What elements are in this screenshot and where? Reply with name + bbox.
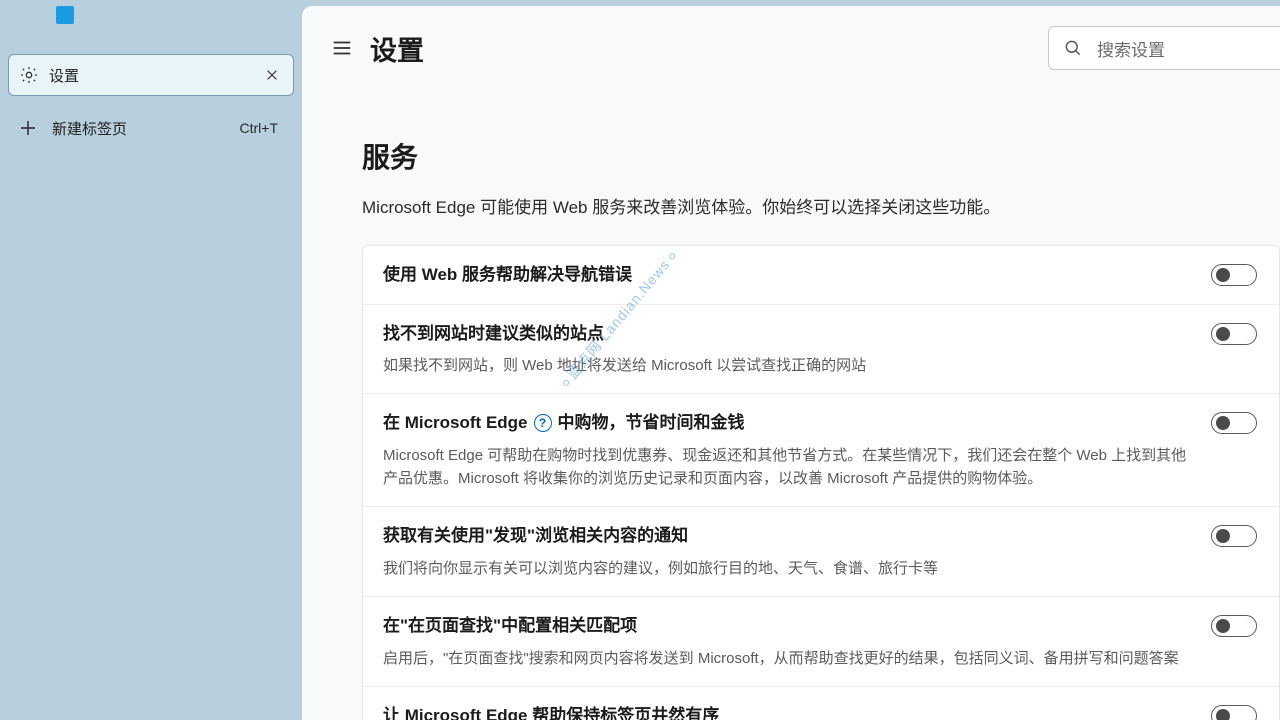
setting-row: 使用 Web 服务帮助解决导航错误 [363,246,1279,305]
search-icon [1063,38,1083,58]
new-tab-label: 新建标签页 [52,118,226,139]
section-title: 服务 [302,136,1222,176]
content-area: 服务 Microsoft Edge 可能使用 Web 服务来改善浏览体验。你始终… [302,90,1280,720]
setting-description: Microsoft Edge 可帮助在购物时找到优惠券、现金返还和其他节省方式。… [383,444,1193,491]
services-section: 服务 Microsoft Edge 可能使用 Web 服务来改善浏览体验。你始终… [302,90,1222,720]
setting-row: 找不到网站时建议类似的站点 如果找不到网站，则 Web 地址将发送给 Micro… [363,305,1279,395]
setting-title: 在"在页面查找"中配置相关匹配项 [383,613,1193,639]
app-icon [56,6,74,24]
title-post: 中购物，节省时间和金钱 [558,410,745,436]
toggle-switch[interactable] [1211,615,1257,637]
main-panel: 设置 搜索设置 服务 Microsoft Edge 可能使用 Web 服务来改善… [302,6,1280,720]
setting-title: 让 Microsoft Edge 帮助保持标签页井然有序 [383,703,1193,720]
plus-icon [18,118,38,138]
page-header: 设置 搜索设置 [302,6,1280,90]
title-pre: 在 Microsoft Edge [383,410,528,436]
setting-title: 使用 Web 服务帮助解决导航错误 [383,262,1193,288]
search-settings-input[interactable]: 搜索设置 [1048,26,1280,70]
setting-title: 在 Microsoft Edge ? 中购物，节省时间和金钱 [383,410,1193,436]
toggle-switch[interactable] [1211,264,1257,286]
menu-button[interactable] [322,28,362,68]
help-icon[interactable]: ? [534,414,552,432]
search-placeholder: 搜索设置 [1097,36,1165,61]
setting-title: 获取有关使用"发现"浏览相关内容的通知 [383,523,1193,549]
settings-card: 使用 Web 服务帮助解决导航错误 找不到网站时建议类似的站点 如果找不到网站，… [362,245,1280,720]
section-description: Microsoft Edge 可能使用 Web 服务来改善浏览体验。你始终可以选… [302,176,1222,245]
new-tab-button[interactable]: 新建标签页 Ctrl+T [8,110,294,146]
setting-description: 启用后，"在页面查找"搜索和网页内容将发送到 Microsoft，从而帮助查找更… [383,647,1193,670]
page-title: 设置 [370,29,1048,68]
setting-description: 我们将向你显示有关可以浏览内容的建议，例如旅行目的地、天气、食谱、旅行卡等 [383,557,1193,580]
toggle-switch[interactable] [1211,705,1257,720]
toggle-switch[interactable] [1211,323,1257,345]
setting-row: 在 Microsoft Edge ? 中购物，节省时间和金钱 Microsoft… [363,394,1279,507]
toggle-switch[interactable] [1211,525,1257,547]
tab-sidebar: 设置 新建标签页 Ctrl+T [0,0,302,720]
setting-row: 获取有关使用"发现"浏览相关内容的通知 我们将向你显示有关可以浏览内容的建议，例… [363,507,1279,597]
sidebar-top [0,6,302,44]
setting-row: 让 Microsoft Edge 帮助保持标签页井然有序 我们将提供有关如何组织… [363,687,1279,720]
tab-label: 设置 [49,65,251,86]
gear-icon [19,65,39,85]
setting-row: 在"在页面查找"中配置相关匹配项 启用后，"在页面查找"搜索和网页内容将发送到 … [363,597,1279,687]
close-tab-button[interactable] [261,64,283,86]
setting-description: 如果找不到网站，则 Web 地址将发送给 Microsoft 以尝试查找正确的网… [383,354,1193,377]
setting-title: 找不到网站时建议类似的站点 [383,321,1193,347]
tab-settings[interactable]: 设置 [8,54,294,96]
toggle-switch[interactable] [1211,412,1257,434]
new-tab-shortcut: Ctrl+T [240,120,285,136]
